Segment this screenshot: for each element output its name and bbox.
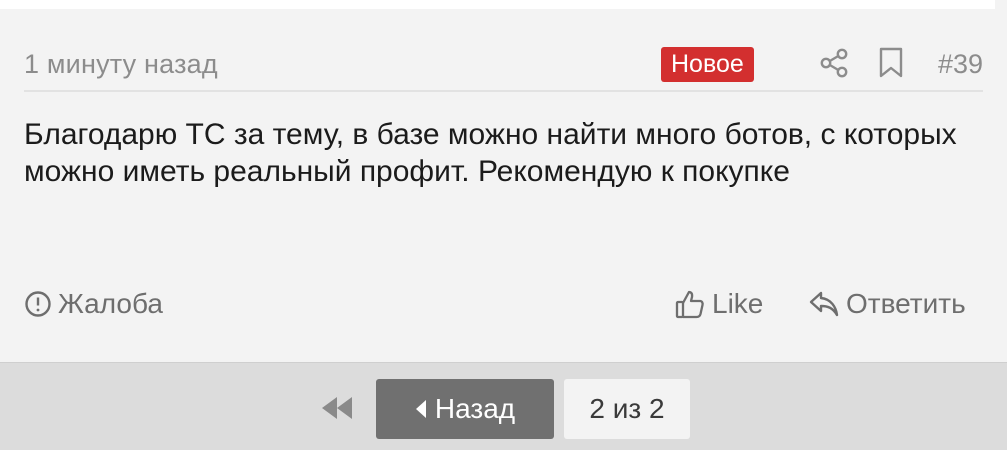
bookmark-icon[interactable] — [878, 47, 904, 79]
share-icon[interactable] — [818, 47, 850, 79]
reply-icon — [809, 291, 839, 317]
pagination: Назад 2 из 2 — [0, 379, 1007, 439]
thumbs-up-icon — [675, 290, 704, 319]
page-status[interactable]: 2 из 2 — [564, 379, 690, 439]
reply-label: Ответить — [846, 288, 966, 319]
new-badge: Новое — [661, 47, 754, 82]
reply-button[interactable]: Ответить — [808, 284, 966, 324]
like-button[interactable]: Like — [674, 284, 763, 324]
forum-post: 1 минуту назад Новое #39 Благодарю ТС за… — [0, 0, 1007, 363]
report-label: Жалоба — [58, 288, 163, 319]
post-number-link[interactable]: #39 — [938, 49, 983, 80]
report-button[interactable]: Жалоба — [24, 284, 163, 324]
like-label: Like — [712, 288, 764, 319]
alert-circle-icon — [25, 291, 51, 317]
caret-left-icon — [415, 400, 426, 418]
post-timestamp[interactable]: 1 минуту назад — [24, 49, 218, 80]
prev-page-label: Назад — [434, 393, 516, 424]
double-chevron-left-icon[interactable] — [320, 395, 356, 421]
post-actions: Жалоба Like Ответить — [24, 284, 983, 324]
page: 1 минуту назад Новое #39 Благодарю ТС за… — [0, 0, 1007, 450]
post-meta-bar: 1 минуту назад Новое #39 — [24, 38, 983, 92]
post-body: Благодарю ТС за тему, в базе можно найти… — [24, 118, 957, 188]
previous-block-edge — [0, 0, 995, 9]
prev-page-button[interactable]: Назад — [376, 379, 554, 439]
